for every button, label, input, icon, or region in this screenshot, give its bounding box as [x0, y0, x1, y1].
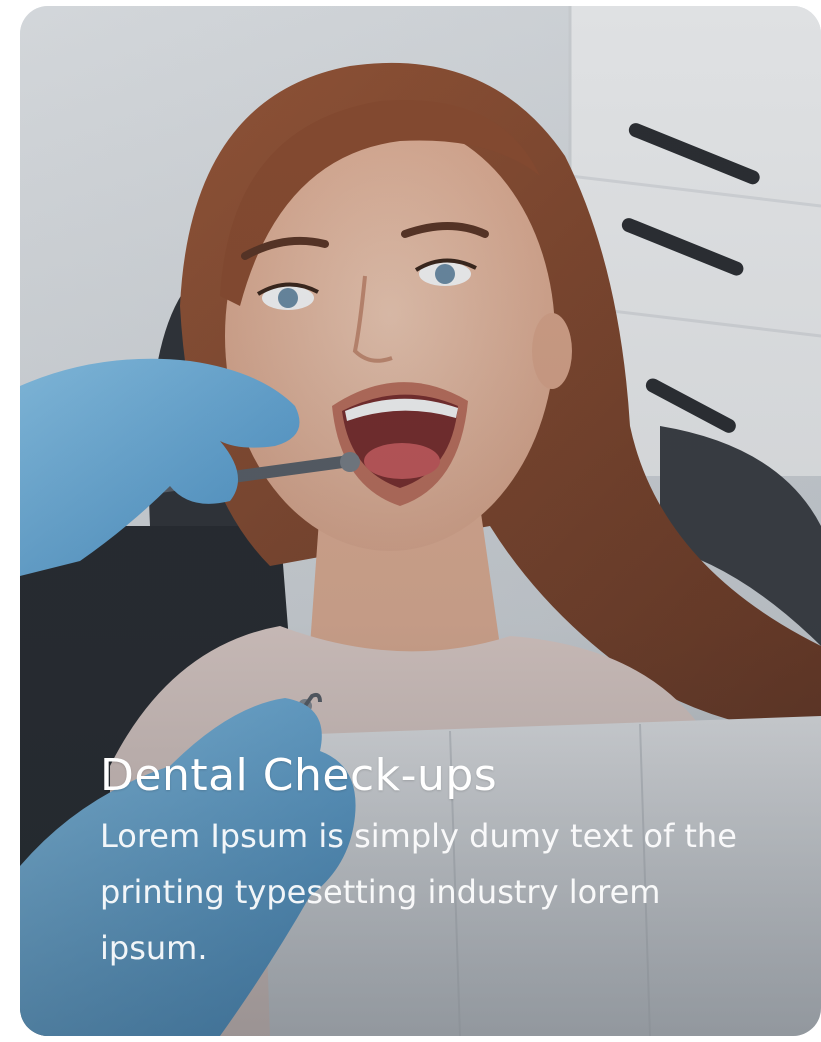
card-caption: Dental Check-ups Lorem Ipsum is simply d…	[100, 748, 760, 976]
card-description: Lorem Ipsum is simply dumy text of the p…	[100, 817, 737, 967]
service-card[interactable]: Dental Check-ups Lorem Ipsum is simply d…	[20, 6, 821, 1036]
card-title[interactable]: Dental Check-ups	[100, 748, 760, 804]
